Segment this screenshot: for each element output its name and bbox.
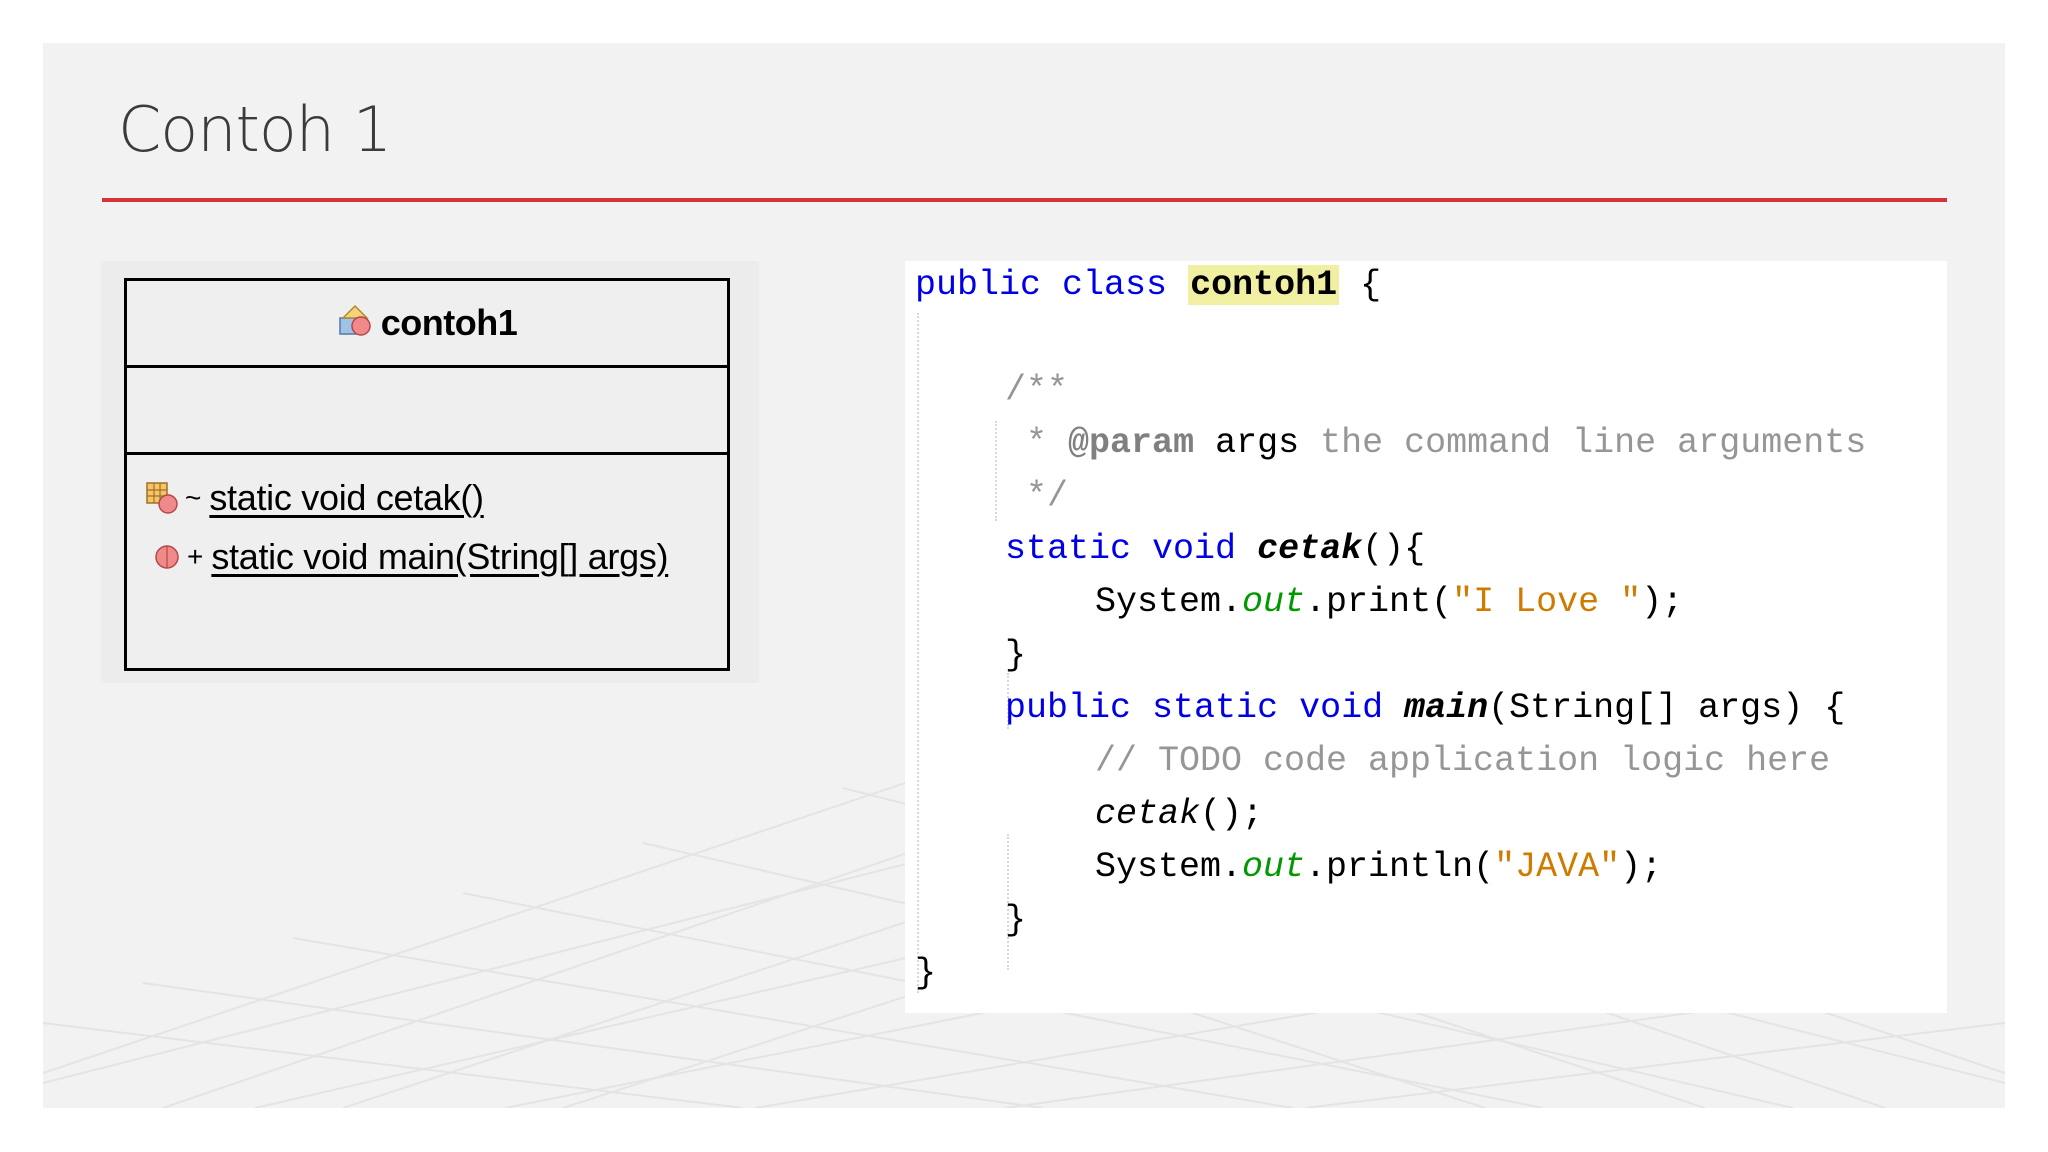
code-field: out — [1242, 582, 1306, 622]
uml-operation-cetak: ~ static void cetak() — [145, 476, 484, 520]
package-method-icon — [146, 482, 178, 514]
code-class-name-highlight: contoh1 — [1188, 265, 1340, 305]
code-token: .println( — [1305, 847, 1495, 887]
code-token: ); — [1641, 582, 1684, 622]
code-line: /** — [1005, 366, 1068, 414]
code-comment: the command line arguments — [1320, 423, 1867, 463]
code-line: public static void main(String[] args) { — [1005, 684, 1845, 732]
class-icon — [339, 304, 371, 336]
code-line: static void cetak(){ — [1005, 525, 1425, 573]
uml-class-name: contoh1 — [380, 302, 518, 343]
code-line: System.out.print("I Love "); — [1095, 578, 1683, 626]
code-token: static — [1005, 529, 1132, 569]
code-line: // TODO code application logic here — [1095, 737, 1830, 785]
code-token: public — [915, 265, 1042, 305]
indent-guide — [917, 313, 919, 993]
uml-operation-signature: static void main(String[] args) — [211, 536, 669, 577]
code-line: } — [1005, 896, 1026, 944]
code-token: args — [1215, 423, 1300, 463]
code-line: */ — [1005, 472, 1068, 520]
code-token: } — [1005, 900, 1027, 940]
code-comment: // TODO code application logic here — [1095, 741, 1831, 781]
uml-class-header: contoh1 — [127, 281, 727, 368]
code-token: .print( — [1305, 582, 1453, 622]
slide-title: Contoh 1 — [118, 93, 392, 166]
public-method-icon — [155, 545, 179, 569]
javadoc-tag: @param — [1068, 423, 1195, 463]
slide: Contoh 1 contoh1 ~ static void cetak() +… — [43, 43, 2005, 1108]
code-string: "I Love " — [1452, 582, 1642, 622]
code-listing-panel: public class contoh1 { /** * @param args… — [905, 261, 1947, 1013]
uml-operation-signature: static void cetak() — [209, 477, 484, 518]
code-method-name: cetak — [1257, 529, 1363, 569]
uml-class-box: contoh1 ~ static void cetak() + static v… — [124, 278, 730, 671]
title-underline — [102, 198, 1947, 202]
uml-visibility-public: + — [187, 541, 204, 572]
code-token: static — [1152, 688, 1279, 728]
code-line: cetak(); — [1095, 790, 1263, 838]
code-method-name: main — [1404, 688, 1489, 728]
code-token: System. — [1095, 847, 1243, 887]
code-comment: /** — [1005, 370, 1069, 410]
code-line: public class contoh1 { — [915, 261, 1381, 309]
code-token: void — [1152, 529, 1237, 569]
code-token: (String[] args) { — [1488, 688, 1846, 728]
code-token: } — [915, 953, 937, 993]
code-line: * @param args the command line arguments — [1005, 419, 1866, 467]
code-line: System.out.println("JAVA"); — [1095, 843, 1662, 891]
code-comment: * — [1026, 423, 1048, 463]
uml-visibility-package: ~ — [185, 482, 202, 513]
uml-attributes-section — [127, 368, 727, 455]
code-token: public — [1005, 688, 1132, 728]
code-token: ); — [1620, 847, 1663, 887]
code-token: class — [1062, 265, 1168, 305]
indent-guide — [995, 421, 997, 521]
code-field: out — [1242, 847, 1306, 887]
code-token: (); — [1200, 794, 1264, 834]
code-token: } — [1005, 635, 1027, 675]
code-token: System. — [1095, 582, 1243, 622]
uml-operation-main: + static void main(String[] args) — [153, 535, 669, 579]
code-method-call: cetak — [1095, 794, 1201, 834]
code-token: void — [1299, 688, 1384, 728]
code-line: } — [915, 949, 936, 997]
code-line: } — [1005, 631, 1026, 679]
code-comment: */ — [1026, 476, 1069, 516]
code-token: (){ — [1362, 529, 1426, 569]
code-token: { — [1360, 265, 1382, 305]
code-string: "JAVA" — [1494, 847, 1621, 887]
